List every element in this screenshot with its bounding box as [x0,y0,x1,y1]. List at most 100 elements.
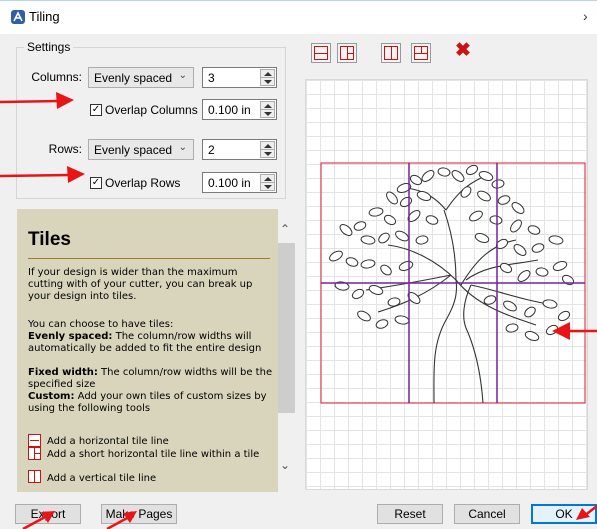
annotation-arrow-overlap-columns [0,92,74,109]
window-title: Tiling [29,9,60,24]
overlap-rows-spinner[interactable]: 0.100 in [202,172,277,193]
help-tool-label: Add a horizontal tile line [47,436,169,447]
annotation-arrow-export [22,511,55,529]
rows-mode-select[interactable]: Evenly spaced ⌄ [88,139,194,160]
leaf [497,195,511,205]
overlap-columns-checkbox[interactable]: ✓ Overlap Columns [90,103,200,117]
columns-mode-select[interactable]: Evenly spaced ⌄ [88,67,194,88]
help-fixed-term: Fixed width: [28,367,98,378]
spinner-buttons[interactable] [260,141,275,158]
short-horizontal-line-icon [28,447,41,460]
leaf [353,221,367,231]
help-evenly: Evenly spaced: The column/row widths wil… [28,331,274,355]
icon-line [347,53,354,54]
leaf [535,267,549,277]
reset-button[interactable]: Reset [377,504,443,524]
columns-count-spinner[interactable]: 3 [202,67,277,88]
overlap-columns-value: 0.100 in [208,103,251,117]
leaf [491,179,505,189]
add-short-vertical-line-button[interactable] [411,43,431,63]
leaf [368,285,384,295]
annotation-arrow-overlap-rows [0,166,85,183]
icon-line [421,46,422,53]
leaf [398,261,414,271]
add-short-horizontal-line-button[interactable] [337,43,357,63]
cancel-button[interactable]: Cancel [454,504,520,524]
leaf [416,191,432,201]
help-title-rule [28,258,270,259]
app-logo-icon [11,10,25,24]
tree-design [365,177,555,404]
leaf [474,233,490,243]
checkmark-icon: ✓ [90,177,102,189]
help-fixed: Fixed width: The column/row widths will … [28,367,274,391]
leaf [437,167,451,177]
help-intro: If your design is wider than the maximum… [28,267,253,302]
tree-trunk-left [433,279,458,404]
horizontal-line-icon [28,434,41,447]
leaf [383,214,397,226]
icon-line [391,46,392,60]
rows-count-value: 2 [208,143,215,157]
rows-count-spinner[interactable]: 2 [202,139,277,160]
help-tool-label: Add a short horizontal tile line within … [47,449,260,460]
spinner-buttons[interactable] [260,69,275,86]
title-bar: Tiling › [0,0,597,34]
leaf [339,224,353,236]
overlap-columns-spinner[interactable]: 0.100 in [202,99,277,120]
leaf [499,262,513,274]
tree-branch-low [455,279,537,326]
icon-line [414,53,428,54]
leaf [469,210,483,222]
chevron-up-icon[interactable]: ⌃ [280,222,290,236]
leaf [524,306,536,318]
leaf [368,207,384,217]
help-title: Tiles [28,229,71,250]
leaf [561,274,575,286]
leaf [378,232,390,244]
annotation-arrow-make-pages [106,511,137,529]
leaf [357,310,371,322]
leaf [503,300,517,312]
leaf [511,202,525,214]
leaf [478,171,494,181]
tiling-preview [320,162,586,404]
annotation-arrow-ok [576,505,597,520]
add-vertical-line-button[interactable] [381,43,401,63]
leaf [465,164,479,176]
leaf [380,264,392,276]
columns-label: Columns: [31,70,82,84]
tree-leaves [329,164,575,341]
leaf [375,319,389,329]
leaf [421,170,435,182]
help-custom-term: Custom: [28,391,75,402]
title-accent-line [0,0,597,1]
chevron-down-icon[interactable]: ⌄ [280,458,290,472]
tiling-canvas[interactable] [305,79,588,490]
help-scrollbar-thumb[interactable] [278,243,295,413]
leaf [351,288,365,300]
rows-mode-value: Evenly spaced [94,143,173,157]
help-tool-label: Add a vertical tile line [47,473,157,484]
add-horizontal-line-button[interactable] [311,43,331,63]
chevron-down-icon: ⌄ [178,142,187,153]
help-panel: Tiles If your design is wider than the m… [17,209,278,492]
leaf [360,235,376,245]
spinner-buttons[interactable] [260,174,275,191]
help-custom: Custom: Add your own tiles of custom siz… [28,391,274,415]
help-choose: You can choose to have tiles: [28,319,174,330]
leaf [477,190,491,202]
leaf [395,230,409,242]
columns-mode-value: Evenly spaced [94,71,173,85]
close-icon[interactable]: › [583,8,588,24]
leaf [386,191,398,205]
leaf [513,244,527,256]
overlap-columns-label: Overlap Columns [105,103,198,117]
spinner-buttons[interactable] [260,101,275,118]
leaf [505,323,519,333]
overlap-rows-checkbox[interactable]: ✓ Overlap Rows [90,176,200,190]
delete-line-icon[interactable]: ✖ [452,40,474,62]
leaf [399,196,413,208]
leaf [345,257,359,267]
leaf [548,235,564,245]
